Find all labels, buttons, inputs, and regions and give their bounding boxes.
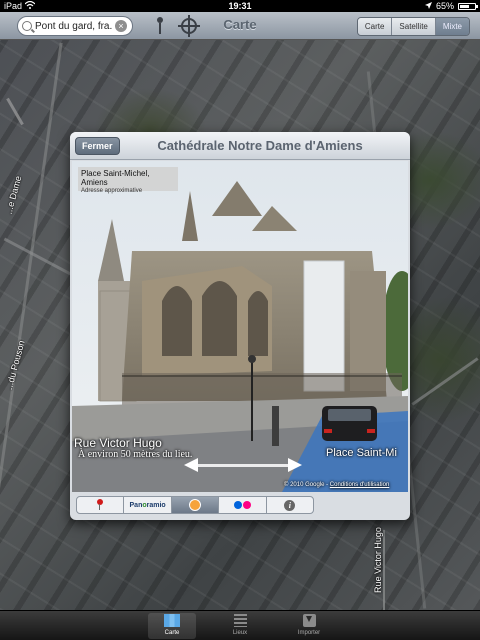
right-arrow-icon[interactable] [288,458,302,472]
search-icon [22,21,32,31]
popup-title: Cathédrale Notre Dame d'Amiens [157,138,363,153]
import-icon [302,614,316,627]
street-direction-line [198,464,288,467]
road-label: ...e Dame [3,174,24,216]
tabbar-item-importer[interactable]: Importer [285,613,333,639]
distance-text: À environ 50 mètres du lieu. [78,449,193,460]
clear-search-icon[interactable]: × [115,20,127,32]
list-icon [233,614,247,627]
copyright-line: © 2010 Google - Conditions d'utilisation [284,482,390,488]
flickr-blue-dot [233,501,242,509]
location-arrow-icon [424,0,432,12]
flickr-logo [233,501,251,509]
close-button[interactable]: Fermer [75,137,120,155]
red-pin-icon [97,499,104,510]
map-mode-segmented-control: Carte Satellite Mixte [356,17,470,36]
road-label: Rue Victor Hugo [372,527,383,593]
status-bar: iPad 19:31 65% [0,0,480,12]
popup-tabs: Panoramio i [76,496,314,514]
drop-pin-icon[interactable] [155,16,165,36]
person-icon [189,499,202,511]
search-field[interactable]: × [17,16,133,36]
terms-link[interactable]: Conditions d'utilisation [330,482,390,488]
flickr-pink-dot [242,501,251,509]
info-icon: i [284,499,296,511]
road-label: ...du Pouson [3,339,27,391]
map-mode-mixte[interactable]: Mixte [435,18,469,35]
street-label-right: Place Saint-Mi [326,447,397,459]
locate-me-icon[interactable] [178,15,200,37]
tabbar-label: Carte [164,630,180,636]
road [3,237,72,276]
road [411,357,479,406]
road [383,530,385,610]
road [6,97,24,126]
tab-info[interactable]: i [267,497,313,513]
popup-header: Fermer Cathédrale Notre Dame d'Amiens [70,132,410,160]
tabbar-label: Lieux [232,630,248,636]
battery-icon [458,2,478,10]
street-label-left: Rue Victor Hugo [74,436,162,450]
copyright-text: © 2010 Google [284,482,325,488]
map-icon [164,614,180,627]
panoramio-logo: Panoramio [129,501,166,509]
map-mode-satellite[interactable]: Satellite [392,18,436,35]
road [0,42,63,608]
tabbar-item-carte[interactable]: Carte [148,613,196,639]
tabbar-item-lieux[interactable]: Lieux [216,613,264,639]
place-popup: Fermer Cathédrale Notre Dame d'Amiens Pl… [70,132,410,520]
battery-percent: 65% [435,1,454,11]
page-title: Carte [223,17,257,32]
map-mode-carte[interactable]: Carte [357,18,393,35]
address-box: Place Saint-Michel, Amiens Adresse appro… [78,167,178,194]
top-toolbar: × Carte Carte Satellite Mixte [0,12,480,40]
tab-panoramio[interactable]: Panoramio [124,497,172,513]
clock: 19:31 [228,1,252,11]
left-arrow-icon[interactable] [184,458,198,472]
tab-street-view[interactable] [171,497,220,513]
street-view-photo[interactable]: Place Saint-Michel, Amiens Adresse appro… [72,161,408,492]
tabbar-label: Importer [297,630,321,636]
address-note: Adresse approximative [81,188,143,194]
tab-flickr[interactable] [219,497,267,513]
address-line: Place Saint-Michel, Amiens [81,169,150,187]
search-input[interactable] [35,20,113,32]
bottom-tab-bar: Carte Lieux Importer [0,610,480,640]
tab-pin[interactable] [77,497,125,513]
battery-fill [460,4,469,8]
